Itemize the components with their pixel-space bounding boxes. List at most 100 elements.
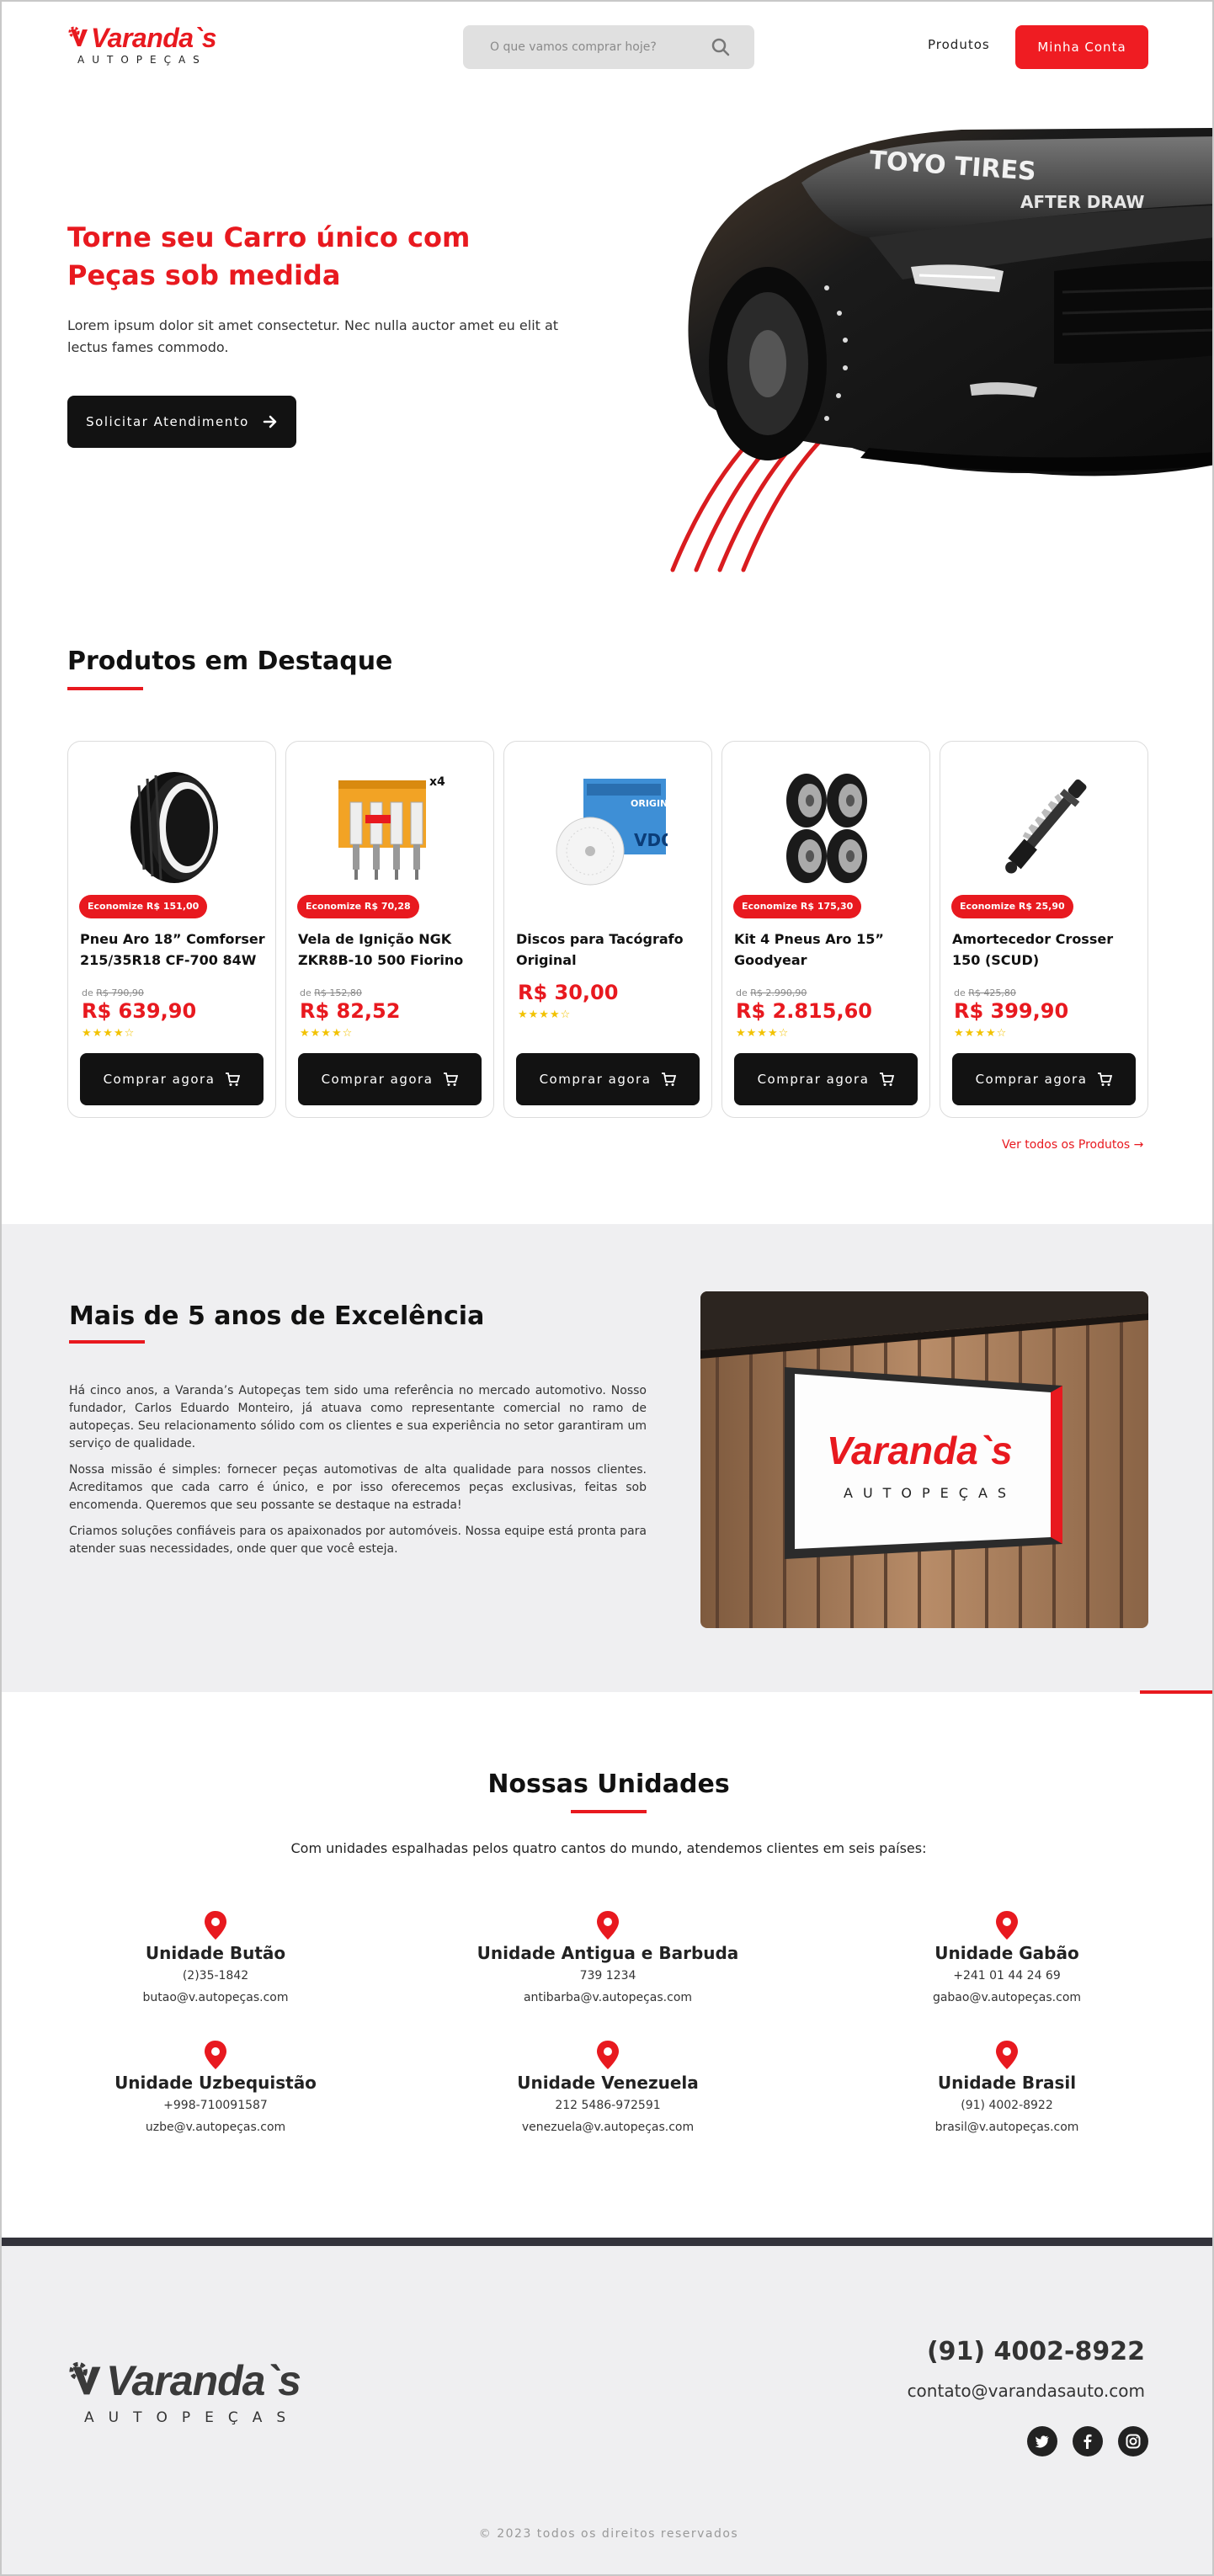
about-paragraph: Há cinco anos, a Varanda’s Autopeças tem… bbox=[69, 1384, 647, 1450]
request-service-label: Solicitar Atendimento bbox=[86, 414, 249, 429]
old-price: de R$ 2.990,90 bbox=[736, 987, 807, 998]
about-text: Há cinco anos, a Varanda’s Autopeças tem… bbox=[69, 1382, 647, 1567]
product-card[interactable]: Economize R$ 151,00 Pneu Aro 18” Comfors… bbox=[67, 741, 276, 1118]
product-name[interactable]: Pneu Aro 18” Comforser 215/35R18 CF-700 … bbox=[80, 929, 267, 971]
hero-car-image: TOYO TIRES AFTER DRAW bbox=[670, 128, 1212, 572]
rating-stars: ★★★★☆ bbox=[954, 1026, 1008, 1039]
product-card[interactable]: Economize R$ 175,30 Kit 4 Pneus Aro 15” … bbox=[721, 741, 930, 1118]
unit-phone[interactable]: +998-710091587 bbox=[56, 2094, 375, 2116]
facebook-icon[interactable] bbox=[1073, 2426, 1103, 2456]
units-underline bbox=[571, 1810, 647, 1813]
buy-now-button[interactable]: Comprar agora bbox=[298, 1053, 482, 1105]
location-pin-icon bbox=[205, 2041, 226, 2069]
unit-name: Unidade Venezuela bbox=[517, 2073, 699, 2093]
unit-email[interactable]: uzbe@v.autopeças.com bbox=[56, 2116, 375, 2138]
unit-phone[interactable]: (91) 4002-8922 bbox=[847, 2094, 1167, 2116]
unit-email[interactable]: antibarba@v.autopeças.com bbox=[448, 1987, 768, 2009]
unit-card: Unidade Brasil (91) 4002-8922 brasil@v.a… bbox=[847, 2041, 1167, 2138]
account-button[interactable]: Minha Conta bbox=[1015, 25, 1148, 69]
product-name[interactable]: Vela de Ignição NGK ZKR8B-10 500 Fiorino bbox=[298, 929, 485, 971]
product-price: R$ 639,90 bbox=[82, 999, 197, 1023]
header: Varanda`s AUTOPEÇAS Produtos Minha Conta bbox=[2, 2, 1212, 93]
product-price: R$ 2.815,60 bbox=[736, 999, 872, 1023]
cart-icon bbox=[880, 1072, 895, 1086]
unit-email[interactable]: gabao@v.autopeças.com bbox=[847, 1987, 1167, 2009]
about-title: Mais de 5 anos de Excelência bbox=[69, 1301, 485, 1331]
cart-icon bbox=[1098, 1072, 1113, 1086]
old-price: de R$ 790,90 bbox=[82, 987, 144, 998]
unit-email[interactable]: venezuela@v.autopeças.com bbox=[448, 2116, 768, 2138]
instagram-icon[interactable] bbox=[1118, 2426, 1148, 2456]
buy-now-button[interactable]: Comprar agora bbox=[952, 1053, 1136, 1105]
product-card[interactable]: Economize R$ 25,90 Amortecedor Crosser 1… bbox=[940, 741, 1148, 1118]
old-price-prefix: de bbox=[300, 987, 311, 998]
buy-now-button[interactable]: Comprar agora bbox=[516, 1053, 700, 1105]
footer-logo[interactable]: Varanda`s AUTOPEÇAS bbox=[67, 2357, 370, 2433]
unit-email[interactable]: butao@v.autopeças.com bbox=[56, 1987, 375, 2009]
location-pin-icon bbox=[996, 1911, 1018, 1940]
old-price-value: R$ 2.990,90 bbox=[750, 987, 807, 998]
unit-card: Unidade Venezuela 212 5486-972591 venezu… bbox=[448, 2041, 768, 2138]
location-pin-icon bbox=[597, 2041, 619, 2069]
page: Varanda`s AUTOPEÇAS Produtos Minha Conta… bbox=[0, 0, 1214, 2576]
unit-email[interactable]: brasil@v.autopeças.com bbox=[847, 2116, 1167, 2138]
buy-now-label: Comprar agora bbox=[321, 1072, 434, 1087]
tacho-box-brand: VDO bbox=[634, 830, 668, 850]
product-name[interactable]: Amortecedor Crosser 150 (SCUD) bbox=[952, 929, 1139, 971]
unit-phone[interactable]: (2)35-1842 bbox=[56, 1965, 375, 1987]
twitter-icon[interactable] bbox=[1027, 2426, 1057, 2456]
product-card[interactable]: ORIGINAL VDO Discos para Tacógrafo Origi… bbox=[503, 741, 712, 1118]
old-price: de R$ 425,80 bbox=[954, 987, 1016, 998]
product-name[interactable]: Discos para Tacógrafo Original bbox=[516, 929, 703, 971]
product-price: R$ 399,90 bbox=[954, 999, 1069, 1023]
unit-phone[interactable]: +241 01 44 24 69 bbox=[847, 1965, 1167, 1987]
logo[interactable]: Varanda`s AUTOPEÇAS bbox=[67, 24, 236, 72]
product-card[interactable]: x4 Economize R$ 70,28 Vela de Ignição NG… bbox=[285, 741, 494, 1118]
discount-badge: Economize R$ 70,28 bbox=[297, 895, 419, 918]
unit-phone[interactable]: 212 5486-972591 bbox=[448, 2094, 768, 2116]
buy-now-button[interactable]: Comprar agora bbox=[80, 1053, 264, 1105]
unit-card: Unidade Gabão +241 01 44 24 69 gabao@v.a… bbox=[847, 1911, 1167, 2009]
location-pin-icon bbox=[996, 2041, 1018, 2069]
spark-plug-product-image: x4 bbox=[338, 775, 445, 880]
buy-now-button[interactable]: Comprar agora bbox=[734, 1053, 918, 1105]
product-price: R$ 30,00 bbox=[518, 981, 619, 1004]
footer-logo-subtitle: AUTOPEÇAS bbox=[84, 2409, 301, 2426]
nav-products-link[interactable]: Produtos bbox=[928, 37, 990, 52]
tacho-box-label: ORIGINAL bbox=[631, 798, 668, 809]
about-underline bbox=[69, 1340, 145, 1344]
search-input[interactable] bbox=[490, 40, 711, 54]
section-accent-line bbox=[1140, 1690, 1212, 1694]
sign-subtitle: AUTOPEÇAS bbox=[844, 1485, 1016, 1501]
gear-logo-icon bbox=[69, 2361, 101, 2395]
featured-title: Produtos em Destaque bbox=[67, 647, 393, 676]
rating-stars: ★★★★☆ bbox=[300, 1026, 354, 1039]
featured-underline bbox=[67, 687, 143, 690]
discount-badge: Economize R$ 151,00 bbox=[79, 895, 208, 918]
tire-kit-product-image bbox=[786, 774, 867, 883]
about-paragraph: Criamos soluções confiáveis para os apai… bbox=[69, 1525, 647, 1556]
location-pin-icon bbox=[205, 1911, 226, 1940]
hero-description: Lorem ipsum dolor sit amet consectetur. … bbox=[67, 317, 559, 355]
units-title: Nossas Unidades bbox=[487, 1770, 730, 1799]
old-price-value: R$ 152,80 bbox=[314, 987, 362, 998]
copyright: © 2023 todos os direitos reservados bbox=[478, 2527, 739, 2541]
arrow-right-icon: → bbox=[1133, 1138, 1144, 1152]
hero-title-line-2: Peças sob medida bbox=[67, 259, 341, 291]
see-all-products-link[interactable]: Ver todos os Produtos → bbox=[1002, 1138, 1143, 1152]
old-price-prefix: de bbox=[954, 987, 966, 998]
footer-email[interactable]: contato@varandasauto.com bbox=[908, 2381, 1145, 2401]
store-sign-image: Varanda`s AUTOPEÇAS bbox=[700, 1291, 1148, 1628]
cart-icon bbox=[226, 1072, 241, 1086]
old-price-prefix: de bbox=[736, 987, 748, 998]
tire-product-image bbox=[130, 772, 218, 883]
footer-phone[interactable]: (91) 4002-8922 bbox=[927, 2337, 1145, 2366]
request-service-button[interactable]: Solicitar Atendimento bbox=[67, 396, 296, 448]
product-name[interactable]: Kit 4 Pneus Aro 15” Goodyear bbox=[734, 929, 921, 971]
discount-badge: Economize R$ 25,90 bbox=[951, 895, 1073, 918]
buy-now-label: Comprar agora bbox=[539, 1072, 652, 1087]
unit-phone[interactable]: 739 1234 bbox=[448, 1965, 768, 1987]
sign-brand: Varanda`s bbox=[827, 1429, 1013, 1472]
old-price-value: R$ 425,80 bbox=[968, 987, 1016, 998]
search-icon[interactable] bbox=[711, 37, 731, 57]
